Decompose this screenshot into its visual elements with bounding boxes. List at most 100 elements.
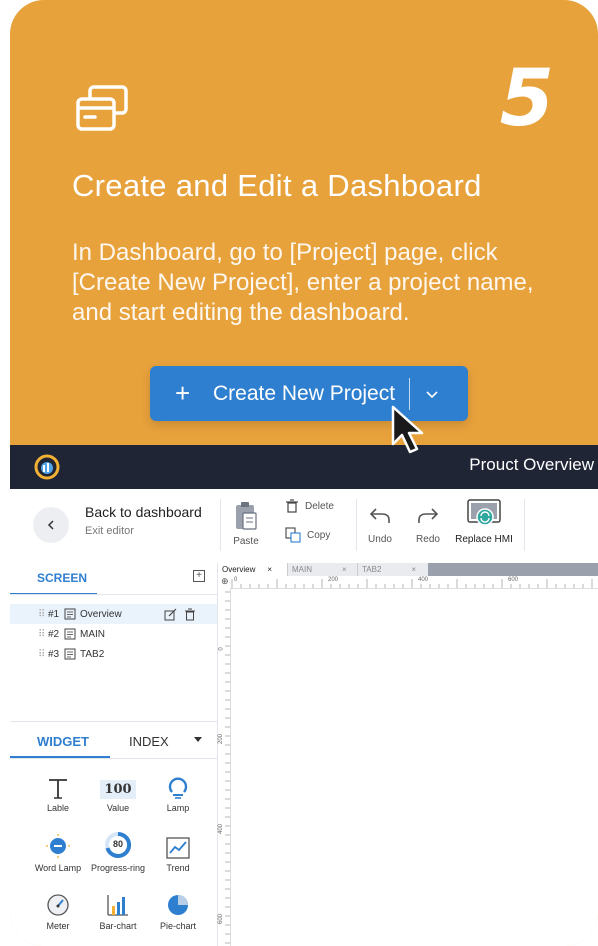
step-card: 5 Create and Edit a Dashboard In Dashboa… bbox=[10, 0, 598, 946]
app-header: Prouct Overview bbox=[10, 445, 598, 489]
undo-icon bbox=[369, 508, 390, 523]
screen-item-main[interactable]: ⠿ #2 MAIN bbox=[10, 624, 217, 644]
drag-handle-icon[interactable]: ⠿ bbox=[38, 609, 48, 620]
widget-lamp[interactable]: Lamp bbox=[148, 767, 208, 813]
canvas-area[interactable]: Overview× MAIN× TAB2× ⊕ 0 200 400 600 bbox=[218, 563, 598, 946]
widget-progress-ring[interactable]: 80 Progress-ring bbox=[88, 827, 148, 873]
plus-icon: + bbox=[175, 378, 191, 408]
chevron-down-icon[interactable] bbox=[422, 384, 442, 404]
text-t-icon bbox=[49, 779, 67, 799]
undo-label: Undo bbox=[368, 534, 392, 545]
word-lamp-icon bbox=[46, 834, 70, 858]
replace-hmi-button[interactable]: Replace HMI bbox=[454, 499, 514, 545]
editor-sidebar: SCREEN + ⠿ #1 Overview ⠿ #2 MAIN ⠿ #3 TA… bbox=[10, 563, 218, 946]
ruler-label: 200 bbox=[328, 577, 339, 583]
page-icon bbox=[64, 608, 76, 620]
card-title: Create and Edit a Dashboard bbox=[72, 168, 482, 203]
value-sample: 100 bbox=[100, 780, 136, 799]
app-header-title: Prouct Overview bbox=[469, 455, 594, 474]
paste-icon bbox=[236, 502, 257, 530]
cloud-logo-icon bbox=[34, 454, 60, 480]
canvas-tab-main[interactable]: MAIN × bbox=[288, 563, 358, 576]
widget-meter[interactable]: Meter bbox=[28, 885, 88, 931]
tab-screen[interactable]: SCREEN bbox=[37, 571, 87, 585]
progress-value: 80 bbox=[112, 839, 123, 849]
drag-handle-icon[interactable]: ⠿ bbox=[38, 629, 48, 640]
editor-window: Prouct Overview Back to dashboard Exit e… bbox=[10, 445, 598, 946]
ruler-label: 0 bbox=[234, 577, 238, 583]
screen-item-tab2[interactable]: ⠿ #3 TAB2 bbox=[10, 644, 217, 664]
toolbar-divider bbox=[220, 499, 221, 551]
close-icon[interactable]: × bbox=[411, 565, 416, 574]
ruler-label: 600 bbox=[218, 913, 225, 925]
vertical-ruler: 0 200 400 600 bbox=[218, 588, 231, 946]
widget-label[interactable]: Lable bbox=[28, 767, 88, 813]
tab-underline bbox=[10, 756, 110, 758]
screen-item-label: MAIN bbox=[80, 628, 105, 640]
canvas-tab-strip: Overview × MAIN × TAB2 × bbox=[218, 563, 598, 576]
add-screen-button[interactable]: + bbox=[193, 570, 205, 582]
create-new-project-label: Create New Project bbox=[213, 381, 396, 405]
horizontal-ruler: ⊕ 0 200 400 600 bbox=[218, 576, 598, 589]
close-icon[interactable]: × bbox=[342, 565, 347, 574]
screen-item-label: TAB2 bbox=[80, 648, 105, 660]
trash-icon bbox=[286, 499, 298, 513]
replace-hmi-label: Replace HMI bbox=[455, 534, 513, 545]
widget-trend[interactable]: Trend bbox=[148, 827, 208, 873]
widget-word-lamp[interactable]: Word Lamp bbox=[28, 827, 88, 873]
back-button[interactable] bbox=[33, 507, 69, 543]
widget-pie-chart[interactable]: Pie-chart bbox=[148, 885, 208, 931]
copy-label: Copy bbox=[307, 529, 331, 541]
screen-item-label: Overview bbox=[80, 608, 122, 620]
replace-hmi-icon bbox=[467, 499, 501, 526]
exit-editor-label: Exit editor bbox=[85, 525, 134, 537]
toolbar-divider bbox=[524, 499, 525, 551]
chevron-left-icon bbox=[47, 520, 54, 530]
mouse-cursor-icon bbox=[391, 405, 424, 454]
widget-bar-chart[interactable]: Bar-chart bbox=[88, 885, 148, 931]
step-number: 5 bbox=[499, 54, 554, 144]
tab-divider bbox=[10, 594, 217, 595]
ruler-ticks bbox=[231, 579, 593, 588]
toolbar-divider bbox=[356, 499, 357, 551]
back-to-dashboard-label[interactable]: Back to dashboard bbox=[85, 504, 202, 520]
trash-icon[interactable] bbox=[184, 608, 196, 621]
copy-button[interactable]: Copy bbox=[285, 527, 345, 543]
ruler-label: 400 bbox=[218, 823, 225, 835]
ruler-label: 600 bbox=[508, 577, 519, 583]
canvas-tab-tab2[interactable]: TAB2 × bbox=[358, 563, 428, 576]
close-icon[interactable]: × bbox=[267, 565, 272, 574]
paste-button[interactable]: Paste bbox=[232, 501, 260, 547]
ruler-label: 400 bbox=[418, 577, 429, 583]
meter-gauge-icon bbox=[47, 894, 69, 916]
editor-toolbar: Back to dashboard Exit editor Paste Dele… bbox=[10, 489, 598, 564]
delete-label: Delete bbox=[305, 500, 334, 512]
widget-tab-bar: WIDGET INDEX bbox=[10, 721, 217, 759]
trend-chart-icon bbox=[166, 837, 190, 859]
undo-button[interactable]: Undo bbox=[365, 505, 395, 545]
caret-down-icon[interactable] bbox=[194, 737, 202, 743]
page-icon bbox=[64, 648, 76, 660]
redo-label: Redo bbox=[416, 534, 440, 545]
tab-widget[interactable]: WIDGET bbox=[37, 734, 89, 749]
screen-item-overview[interactable]: ⠿ #1 Overview bbox=[10, 604, 217, 624]
lamp-icon bbox=[168, 777, 188, 799]
bar-chart-icon bbox=[107, 895, 128, 916]
delete-button[interactable]: Delete bbox=[285, 499, 345, 513]
card-description: In Dashboard, go to [Project] page, clic… bbox=[72, 239, 534, 326]
pie-chart-icon bbox=[168, 895, 188, 915]
paste-label: Paste bbox=[233, 536, 259, 547]
widget-value[interactable]: 100 Value bbox=[88, 767, 148, 813]
edit-icon[interactable] bbox=[164, 608, 177, 621]
drag-handle-icon[interactable]: ⠿ bbox=[38, 649, 48, 660]
redo-button[interactable]: Redo bbox=[413, 505, 443, 545]
tab-index[interactable]: INDEX bbox=[129, 734, 169, 749]
window-cards-icon bbox=[76, 85, 128, 131]
canvas-tab-overview[interactable]: Overview × bbox=[218, 563, 288, 576]
crosshair-icon: ⊕ bbox=[221, 576, 229, 586]
redo-icon bbox=[418, 508, 439, 523]
page-icon bbox=[64, 628, 76, 640]
copy-icon bbox=[285, 527, 301, 543]
ruler-label: 0 bbox=[218, 647, 225, 651]
ruler-ticks bbox=[225, 591, 230, 944]
